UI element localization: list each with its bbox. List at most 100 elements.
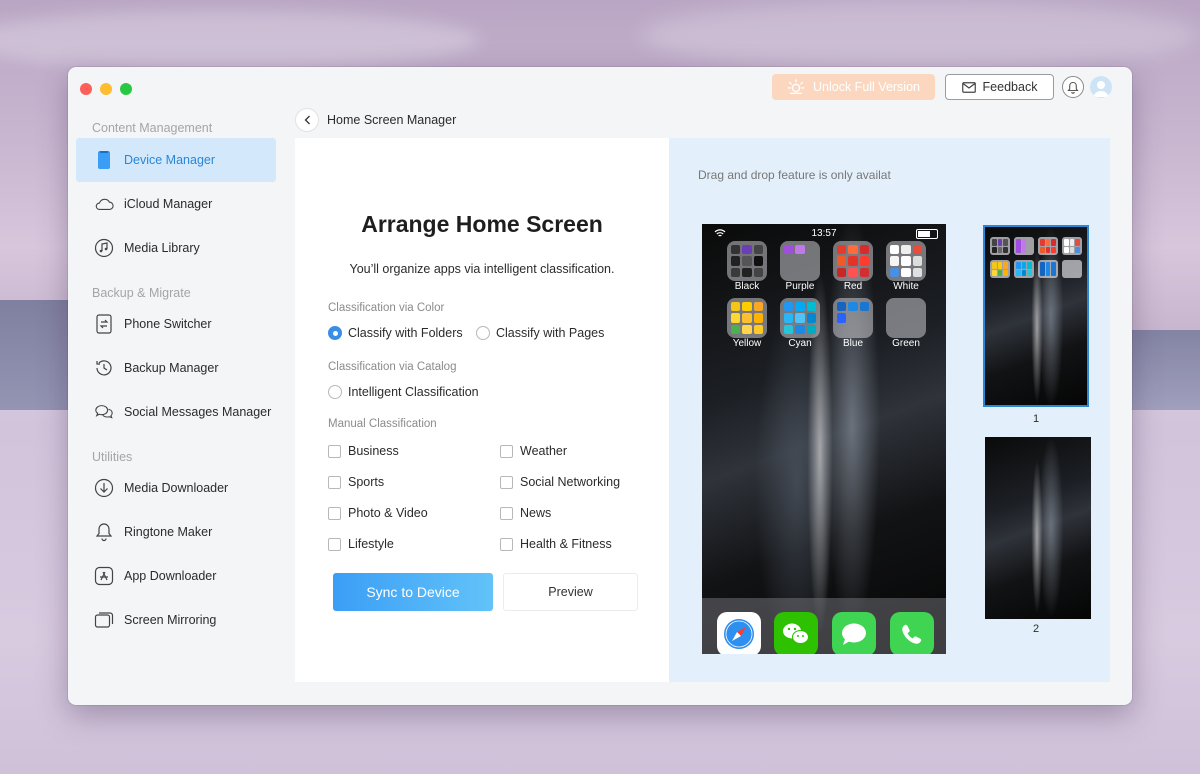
download-icon xyxy=(94,478,114,498)
notifications-button[interactable] xyxy=(1062,76,1084,98)
folder-label: Black xyxy=(734,281,760,292)
sun-icon xyxy=(787,79,805,94)
folder-label: Cyan xyxy=(788,338,812,349)
page-number: 2 xyxy=(1032,623,1040,635)
page-thumbnail[interactable] xyxy=(985,437,1091,619)
category-checkbox-business[interactable]: Business xyxy=(328,444,399,458)
folder-label: Green xyxy=(892,338,920,349)
app-window: Unlock Full Version Feedback Content Man… xyxy=(68,67,1132,705)
intelligent-classification-label: Intelligent Classification xyxy=(348,385,479,399)
cloud-icon xyxy=(94,194,114,214)
sidebar-item-label: Screen Mirroring xyxy=(124,613,217,627)
arrange-heading: Arrange Home Screen xyxy=(361,211,603,237)
sidebar-item-backup-manager[interactable]: Backup Manager xyxy=(76,346,276,390)
category-label: Lifestyle xyxy=(348,537,394,551)
chevron-left-icon xyxy=(304,115,310,125)
phone-call-icon[interactable] xyxy=(890,612,934,654)
sidebar-item-label: Device Manager xyxy=(124,153,216,167)
sidebar-item-social-messages-manager[interactable]: Social Messages Manager xyxy=(76,390,276,434)
status-bar: 13:57 xyxy=(702,228,946,242)
folder-black[interactable] xyxy=(727,241,767,281)
unlock-label: Unlock Full Version xyxy=(813,80,920,94)
radio-unselected[interactable] xyxy=(328,385,342,399)
device-icon xyxy=(94,150,114,170)
phone-switch-icon xyxy=(94,314,114,334)
safari-icon[interactable] xyxy=(717,612,761,654)
music-icon xyxy=(94,238,114,258)
sidebar-item-label: Media Downloader xyxy=(124,481,229,495)
category-label: Sports xyxy=(348,475,385,489)
checkbox[interactable] xyxy=(500,537,513,551)
mini-folder xyxy=(1038,260,1058,278)
intelligent-classification-radio[interactable]: Intelligent Classification xyxy=(328,385,479,399)
sidebar-section-title: Content Management xyxy=(92,121,213,135)
radio-unselected[interactable] xyxy=(476,326,490,340)
bell-icon xyxy=(1067,81,1079,94)
classify-pages-label: Classify with Pages xyxy=(496,326,605,340)
classify-pages-radio[interactable]: Classify with Pages xyxy=(476,326,604,340)
arrange-subtitle: You’ll organize apps via intelligent cla… xyxy=(349,262,615,276)
wechat-icon[interactable] xyxy=(774,612,818,654)
clock-history-icon xyxy=(94,358,114,378)
radio-selected[interactable] xyxy=(328,326,342,340)
wallpaper xyxy=(985,437,1091,619)
feedback-button[interactable]: Feedback xyxy=(945,74,1054,100)
page-number: 1 xyxy=(1032,413,1040,425)
user-avatar[interactable] xyxy=(1090,76,1112,98)
folder-red[interactable] xyxy=(833,241,873,281)
checkbox[interactable] xyxy=(500,506,513,520)
folder-white[interactable] xyxy=(886,241,926,281)
category-checkbox-sports[interactable]: Sports xyxy=(328,475,384,489)
category-label: News xyxy=(520,506,552,520)
background-cloud xyxy=(0,10,480,70)
close-window-button[interactable] xyxy=(80,83,92,95)
mini-folder xyxy=(1062,237,1082,255)
mini-folder xyxy=(1062,260,1082,278)
sidebar-item-media-downloader[interactable]: Media Downloader xyxy=(76,466,276,510)
mini-folder xyxy=(1038,237,1058,255)
checkbox[interactable] xyxy=(328,444,341,458)
category-checkbox-social-networking[interactable]: Social Networking xyxy=(500,475,620,489)
folder-cyan[interactable] xyxy=(780,298,820,338)
sidebar-item-icloud-manager[interactable]: iCloud Manager xyxy=(76,182,276,226)
sync-to-device-button[interactable]: Sync to Device xyxy=(333,573,493,611)
mini-folder xyxy=(1014,237,1034,255)
sidebar-item-label: Phone Switcher xyxy=(124,317,212,331)
preview-button[interactable]: Preview xyxy=(503,573,638,611)
sidebar-item-ringtone-maker[interactable]: Ringtone Maker xyxy=(76,510,276,554)
sidebar-item-label: Backup Manager xyxy=(124,361,219,375)
back-button[interactable] xyxy=(295,108,319,132)
zoom-window-button[interactable] xyxy=(120,83,132,95)
category-checkbox-photo-video[interactable]: Photo & Video xyxy=(328,506,428,520)
minimize-window-button[interactable] xyxy=(100,83,112,95)
category-checkbox-health-fitness[interactable]: Health & Fitness xyxy=(500,537,612,551)
sidebar-item-media-library[interactable]: Media Library xyxy=(76,226,276,270)
folder-green[interactable] xyxy=(886,298,926,338)
folder-purple[interactable] xyxy=(780,241,820,281)
checkbox[interactable] xyxy=(328,537,341,551)
status-time: 13:57 xyxy=(811,228,837,239)
user-icon xyxy=(1093,81,1109,97)
category-checkbox-weather[interactable]: Weather xyxy=(500,444,567,458)
catalog-group-label: Classification via Catalog xyxy=(328,361,457,373)
sidebar-item-phone-switcher[interactable]: Phone Switcher xyxy=(76,302,276,346)
sidebar-item-screen-mirroring[interactable]: Screen Mirroring xyxy=(76,598,276,642)
sidebar-item-label: Media Library xyxy=(124,241,200,255)
sidebar-item-device-manager[interactable]: Device Manager xyxy=(76,138,276,182)
category-checkbox-news[interactable]: News xyxy=(500,506,551,520)
category-checkbox-lifestyle[interactable]: Lifestyle xyxy=(328,537,394,551)
checkbox[interactable] xyxy=(328,475,341,489)
folder-yellow[interactable] xyxy=(727,298,767,338)
drag-drop-note: Drag and drop feature is only availat xyxy=(698,168,891,182)
classify-folders-radio[interactable]: Classify with Folders xyxy=(328,326,463,340)
sidebar-item-label: App Downloader xyxy=(124,569,217,583)
checkbox[interactable] xyxy=(328,506,341,520)
folder-blue[interactable] xyxy=(833,298,873,338)
checkbox[interactable] xyxy=(500,475,513,489)
checkbox[interactable] xyxy=(500,444,513,458)
chat-bubbles-icon xyxy=(94,402,114,422)
page-thumbnail[interactable] xyxy=(983,225,1089,407)
sidebar-item-app-downloader[interactable]: App Downloader xyxy=(76,554,276,598)
unlock-full-version-button[interactable]: Unlock Full Version xyxy=(772,74,935,100)
messages-icon[interactable] xyxy=(832,612,876,654)
